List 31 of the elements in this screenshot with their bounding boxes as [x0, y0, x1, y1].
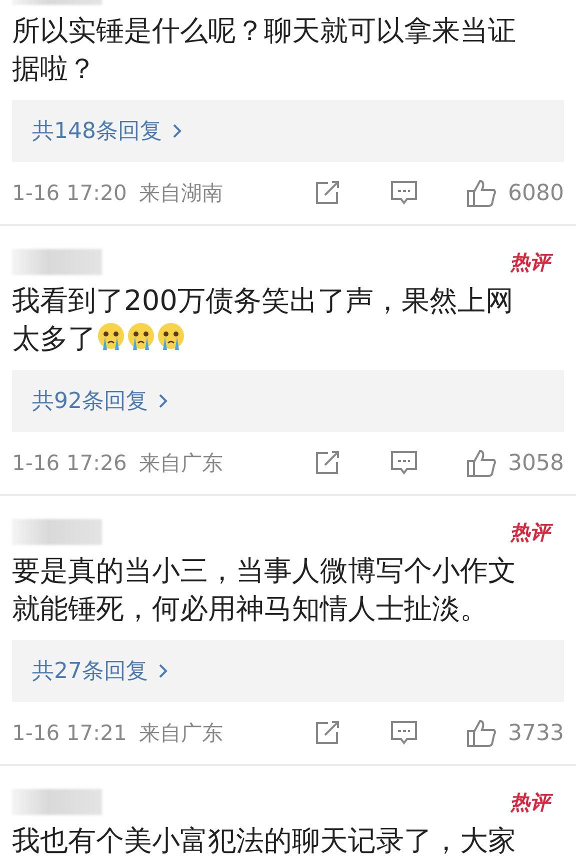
hot-comment-label: 热评 — [510, 518, 564, 546]
replies-button[interactable]: 共148条回复 — [12, 100, 564, 162]
thumbs-up-icon[interactable] — [466, 448, 498, 478]
comment-text: 我看到了200万债务笑出了声，果然上网太多了 — [12, 283, 514, 357]
comment-time: 1-16 17:26 — [12, 451, 127, 475]
replies-button[interactable]: 共92条回复 — [12, 370, 564, 432]
comment-text: 要是真的当小三，当事人微博写个小作文就能锤死，何必用神马知情人士扯淡。 — [12, 553, 517, 627]
comment-icon[interactable] — [390, 180, 418, 206]
comment-time: 1-16 17:20 — [12, 181, 127, 205]
share-icon[interactable] — [314, 450, 342, 476]
chevron-right-icon — [158, 663, 168, 679]
comment-location: 来自广东 — [138, 721, 223, 745]
like-count: 3058 — [508, 450, 564, 476]
share-icon[interactable] — [314, 720, 342, 746]
comment-time: 1-16 17:21 — [12, 721, 127, 745]
comment-location: 来自湖南 — [138, 181, 223, 205]
like-count: 6080 — [508, 180, 564, 206]
chevron-right-icon — [172, 123, 182, 139]
hot-comment-label: 热评 — [510, 788, 564, 816]
hot-comment-label: 热评 — [510, 248, 564, 276]
thumbs-up-icon[interactable] — [466, 718, 498, 748]
replies-button[interactable]: 共27条回复 — [12, 640, 564, 702]
comment-icon[interactable] — [390, 450, 418, 476]
comment-location: 来自广东 — [138, 451, 223, 475]
comment-text: 我也有个美小富犯法的聊天记录了，大家 — [12, 823, 517, 859]
share-icon[interactable] — [314, 180, 342, 206]
comment-text: 所以实锤是什么呢？聊天就可以拿来当证据啦？ — [12, 13, 517, 87]
thumbs-up-icon[interactable] — [466, 178, 498, 208]
chevron-right-icon — [158, 393, 168, 409]
like-count: 3733 — [508, 720, 564, 746]
comment-icon[interactable] — [390, 720, 418, 746]
